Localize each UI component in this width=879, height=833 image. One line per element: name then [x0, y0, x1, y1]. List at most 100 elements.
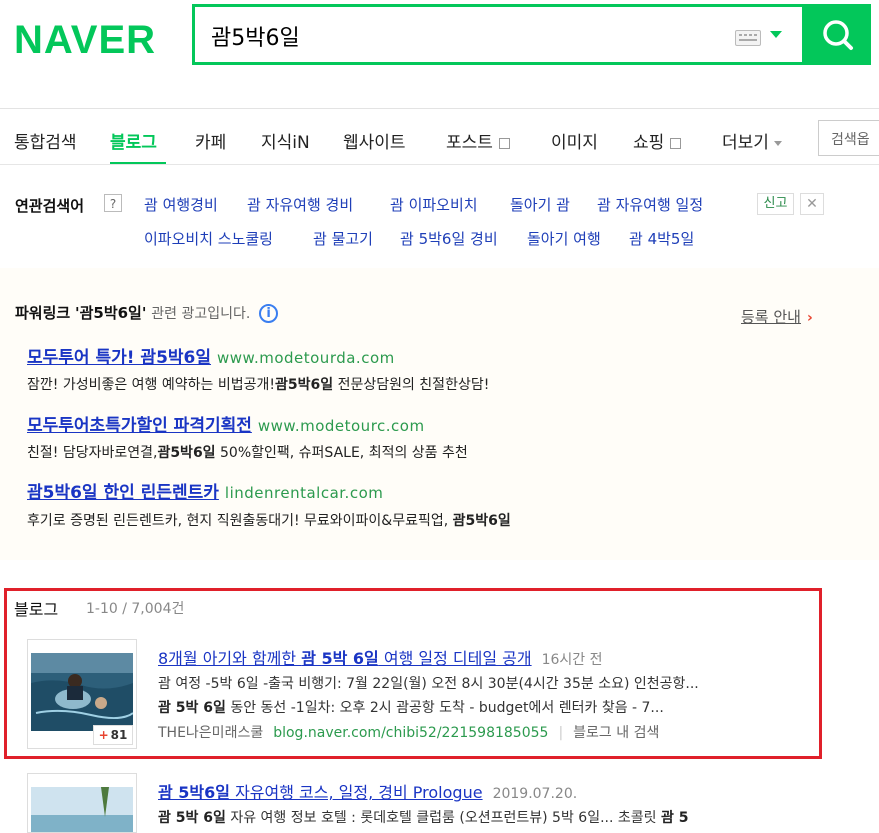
help-icon[interactable]: ? — [104, 194, 122, 212]
ad-description: 후기로 증명된 린든렌트카, 현지 직원출동대기! 무료와이파이&무료픽업, 괌… — [27, 510, 511, 530]
chevron-right-icon: › — [806, 310, 813, 326]
post-title-text: 자유여행 코스, 일정, 경비 Prologue — [230, 783, 483, 802]
naver-logo[interactable]: NAVER — [14, 18, 156, 63]
post-title-link[interactable]: 8개월 아기와 함께한 괌 5박 6일 여행 일정 디테일 공개 — [158, 649, 532, 668]
related-keyword[interactable]: 괌 물고기 — [313, 228, 373, 249]
snippet-keyword: 괌 5박 6일 — [158, 700, 226, 716]
ad-desc-text: 잠깐! 가성비좋은 여행 예약하는 비법공개! — [27, 377, 275, 393]
post-title-link[interactable]: 괌 5박6일 자유여행 코스, 일정, 경비 Prologue — [158, 783, 483, 802]
tab-kin[interactable]: 지식iN — [261, 128, 310, 153]
powerlink-heading: 파워링크 '괌5박6일' 관련 광고입니다. i — [15, 302, 279, 323]
search-input[interactable] — [209, 7, 713, 64]
post-author[interactable]: THE나은미래스쿨 — [158, 725, 263, 741]
tab-cafe[interactable]: 카페 — [195, 128, 226, 153]
related-keyword[interactable]: 괌 자유여행 경비 — [247, 194, 353, 215]
ad-url[interactable]: www.modetourc.com — [258, 417, 425, 435]
tab-post[interactable]: 포스트 — [446, 128, 510, 153]
related-keyword[interactable]: 괌 5박6일 경비 — [400, 228, 498, 249]
header: NAVER — [0, 0, 879, 109]
snippet-keyword: 괌 5박 6일 — [158, 810, 226, 826]
snippet-text: 여정 -5박 6일 -출국 비행기: 7월 22일(월) 오전 8시 30분(4… — [170, 676, 699, 692]
tab-image[interactable]: 이미지 — [551, 128, 598, 153]
tab-more-label: 더보기 — [722, 133, 769, 153]
tab-blog[interactable]: 블로그 — [110, 128, 157, 153]
ad-desc-keyword: 괌5박6일 — [452, 513, 511, 529]
blog-heading: 블로그 — [14, 600, 59, 619]
tab-integrated[interactable]: 통합검색 — [14, 128, 77, 153]
ad-desc-keyword: 괌5박6일 — [157, 445, 216, 461]
ad-desc-text: 전문상담원의 친절한상담! — [333, 377, 490, 393]
related-keyword[interactable]: 이파오비치 스노쿨링 — [144, 228, 273, 249]
tab-more[interactable]: 더보기 — [722, 128, 782, 153]
post-title-text: 여행 일정 디테일 공개 — [378, 649, 532, 668]
search-options-button[interactable]: 검색옵 — [818, 120, 879, 156]
ad-desc-text: 50%할인팩, 슈퍼SALE, 최적의 상품 추천 — [215, 445, 468, 461]
snippet-keyword: 괌 5 — [660, 810, 689, 826]
post-thumbnail[interactable]: +81 — [27, 639, 137, 749]
search-icon — [823, 20, 853, 50]
close-icon[interactable]: ✕ — [800, 193, 824, 215]
post-time: 16시간 전 — [541, 652, 603, 668]
related-keyword[interactable]: 괌 자유여행 일정 — [597, 194, 703, 215]
register-info-link[interactable]: 등록 안내 › — [741, 306, 813, 327]
related-searches-title: 연관검색어 — [15, 197, 85, 215]
ad-title-link[interactable]: 모두투어 특가! 괌5박6일 — [27, 348, 211, 368]
ad-url[interactable]: lindenrentalcar.com — [225, 484, 383, 502]
powerlink-ads: 파워링크 '괌5박6일' 관련 광고입니다. i 등록 안내 › 모두투어 특가!… — [0, 268, 879, 561]
powerlink-query: '괌5박6일' — [74, 304, 147, 322]
ad-title-row: 모두투어초특가할인 파격기획전 www.modetourc.com — [27, 411, 425, 436]
beach-photo — [31, 787, 133, 832]
related-keyword[interactable]: 돌아기 여행 — [527, 228, 601, 249]
post-snippet-line: 괌 여정 -5박 6일 -출국 비행기: 7월 22일(월) 오전 8시 30분… — [158, 673, 808, 693]
like-count-badge: +81 — [93, 725, 133, 745]
post-title-text: 8개월 아기와 함께한 — [158, 649, 302, 668]
ad-title-link[interactable]: 괌5박6일 한인 린든렌트카 — [27, 483, 219, 503]
post-title-row: 괌 5박6일 자유여행 코스, 일정, 경비 Prologue 2019.07.2… — [158, 779, 577, 803]
search-tabs: 통합검색 블로그 카페 지식iN 웹사이트 포스트 이미지 쇼핑 더보기 — [0, 118, 879, 165]
snippet-text: 자유 여행 정보 호텔 : 롯데호텔 클럽룸 (오션프런트뷰) 5박 6일...… — [225, 810, 661, 826]
tab-website[interactable]: 웹사이트 — [343, 128, 406, 153]
blog-result-count: 1-10 / 7,004건 — [86, 601, 185, 617]
post-url[interactable]: blog.naver.com/chibi52/221598185055 — [273, 725, 548, 741]
powerlink-title: 파워링크 — [15, 304, 71, 322]
external-link-icon — [670, 137, 682, 149]
tab-shopping[interactable]: 쇼핑 — [633, 128, 682, 153]
snippet-text: 동안 동선 -1일차: 오후 2시 괌공항 도착 - budget에서 렌터카 … — [225, 700, 664, 716]
search-button[interactable] — [805, 4, 871, 65]
tab-post-label: 포스트 — [446, 133, 493, 153]
related-keyword[interactable]: 괌 4박5일 — [629, 228, 694, 249]
ad-desc-keyword: 괌5박6일 — [275, 377, 334, 393]
keyboard-icon[interactable] — [735, 30, 761, 46]
inner-blog-search-link[interactable]: 블로그 내 검색 — [573, 725, 659, 741]
ad-url[interactable]: www.modetourda.com — [217, 349, 395, 367]
ad-desc-text: 친절! 담당자바로연결, — [27, 445, 158, 461]
ad-description: 잠깐! 가성비좋은 여행 예약하는 비법공개!괌5박6일 전문상담원의 친절한상… — [27, 374, 489, 394]
post-time: 2019.07.20. — [492, 786, 578, 802]
autocomplete-toggle-icon[interactable] — [770, 31, 782, 38]
external-link-icon — [498, 137, 510, 149]
info-icon[interactable]: i — [259, 304, 279, 323]
ad-title-link[interactable]: 모두투어초특가할인 파격기획전 — [27, 416, 252, 436]
powerlink-subtitle: 관련 광고입니다. — [151, 306, 251, 322]
post-title-keyword: 괌 5박6일 — [158, 783, 230, 802]
pool-photo — [31, 653, 133, 731]
snippet-text: 괌 — [158, 676, 171, 692]
divider: | — [558, 725, 564, 741]
post-snippet-line: 괌 5박 6일 자유 여행 정보 호텔 : 롯데호텔 클럽룸 (오션프런트뷰) … — [158, 807, 879, 827]
tab-shopping-label: 쇼핑 — [633, 133, 665, 153]
blog-section: 블로그 1-10 / 7,004건 +81 8개월 아기와 함께한 괌 5박 6… — [0, 560, 879, 833]
like-count: 81 — [110, 728, 128, 742]
related-searches: 연관검색어 ? 괌 여행경비 괌 자유여행 경비 괌 이파오비치 돌아기 괌 괌… — [0, 164, 879, 270]
report-button[interactable]: 신고 — [757, 193, 794, 215]
ad-title-row: 모두투어 특가! 괌5박6일 www.modetourda.com — [27, 343, 395, 368]
related-keyword[interactable]: 괌 여행경비 — [144, 194, 218, 215]
related-keyword[interactable]: 괌 이파오비치 — [390, 194, 478, 215]
search-box[interactable] — [192, 4, 805, 65]
post-snippet-line: 괌 5박 6일 동안 동선 -1일차: 오후 2시 괌공항 도착 - budge… — [158, 697, 808, 717]
register-info-label: 등록 안내 — [741, 308, 801, 326]
post-title-row: 8개월 아기와 함께한 괌 5박 6일 여행 일정 디테일 공개 16시간 전 — [158, 645, 603, 669]
related-keyword[interactable]: 돌아기 괌 — [510, 194, 570, 215]
post-thumbnail[interactable] — [27, 773, 137, 833]
ad-description: 친절! 담당자바로연결,괌5박6일 50%할인팩, 슈퍼SALE, 최적의 상품… — [27, 442, 468, 462]
ad-desc-text: 후기로 증명된 린든렌트카, 현지 직원출동대기! 무료와이파이&무료픽업, — [27, 513, 449, 529]
